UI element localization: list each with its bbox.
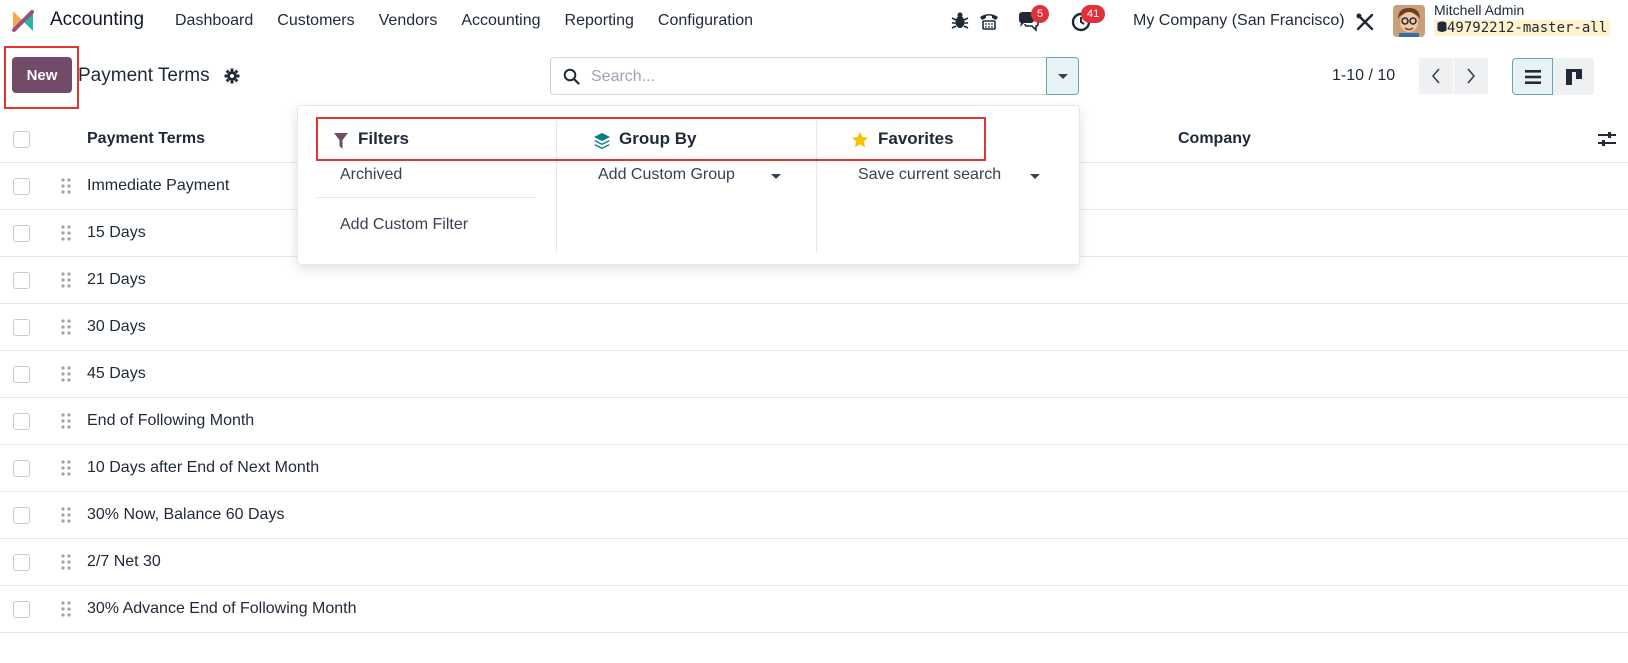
payment-term-name[interactable]: 2/7 Net 30 xyxy=(87,553,161,571)
select-all-checkbox[interactable] xyxy=(13,131,30,148)
optional-columns-icon[interactable] xyxy=(1597,130,1617,148)
row-checkbox[interactable] xyxy=(13,319,30,336)
user-name[interactable]: Mitchell Admin xyxy=(1434,2,1524,18)
new-button-highlight-box xyxy=(4,46,79,109)
payment-term-name[interactable]: Immediate Payment xyxy=(87,177,229,195)
row-checkbox[interactable] xyxy=(13,554,30,571)
caret-down-icon xyxy=(771,174,781,179)
row-checkbox[interactable] xyxy=(13,601,30,618)
top-navbar: Accounting Dashboard Customers Vendors A… xyxy=(0,0,1628,42)
search-panel-tabs-highlight-box xyxy=(316,117,986,161)
caret-down-icon xyxy=(1030,174,1040,179)
add-custom-group[interactable]: Add Custom Group xyxy=(598,166,735,184)
kanban-view-icon xyxy=(1565,68,1582,85)
database-name: 49792212-master-all xyxy=(1434,20,1611,36)
row-checkbox[interactable] xyxy=(13,366,30,383)
pager-next-button[interactable] xyxy=(1454,58,1488,94)
messages-badge: 5 xyxy=(1031,5,1050,23)
main-menu: Dashboard Customers Vendors Accounting R… xyxy=(175,0,777,42)
table-row[interactable]: 45 Days xyxy=(0,351,1628,398)
menu-dashboard[interactable]: Dashboard xyxy=(175,12,253,30)
drag-handle-icon[interactable] xyxy=(61,225,71,241)
debug-bug-icon[interactable] xyxy=(949,10,971,32)
column-company[interactable]: Company xyxy=(1178,130,1251,148)
drag-handle-icon[interactable] xyxy=(61,507,71,523)
payment-term-name[interactable]: 10 Days after End of Next Month xyxy=(87,459,319,477)
menu-customers[interactable]: Customers xyxy=(277,12,354,30)
table-row[interactable]: End of Following Month xyxy=(0,398,1628,445)
drag-handle-icon[interactable] xyxy=(61,460,71,476)
row-checkbox[interactable] xyxy=(13,225,30,242)
drag-handle-icon[interactable] xyxy=(61,272,71,288)
menu-accounting[interactable]: Accounting xyxy=(461,12,540,30)
tools-icon[interactable] xyxy=(1354,11,1376,33)
row-checkbox[interactable] xyxy=(13,272,30,289)
search-bar xyxy=(550,57,1052,95)
list-view-icon xyxy=(1524,69,1541,84)
table-row[interactable]: 30 Days xyxy=(0,304,1628,351)
search-icon xyxy=(563,68,580,85)
user-avatar[interactable] xyxy=(1393,5,1425,37)
payment-term-name[interactable]: End of Following Month xyxy=(87,412,254,430)
add-custom-filter[interactable]: Add Custom Filter xyxy=(340,216,468,234)
payment-term-name[interactable]: 30 Days xyxy=(87,318,146,336)
table-row[interactable]: 2/7 Net 30 xyxy=(0,539,1628,586)
search-options-toggle[interactable] xyxy=(1046,57,1079,95)
menu-vendors[interactable]: Vendors xyxy=(379,12,438,30)
row-checkbox[interactable] xyxy=(13,178,30,195)
phone-icon[interactable] xyxy=(978,10,1000,32)
payment-term-name[interactable]: 30% Advance End of Following Month xyxy=(87,600,357,618)
row-checkbox[interactable] xyxy=(13,413,30,430)
table-row[interactable]: 30% Advance End of Following Month xyxy=(0,586,1628,633)
drag-handle-icon[interactable] xyxy=(61,413,71,429)
menu-configuration[interactable]: Configuration xyxy=(658,12,753,30)
drag-handle-icon[interactable] xyxy=(61,554,71,570)
caret-down-icon xyxy=(1057,73,1068,79)
page-title: Payment Terms xyxy=(78,65,210,86)
accounting-app-icon[interactable] xyxy=(10,8,36,34)
activities-badge: 41 xyxy=(1081,5,1106,23)
app-name[interactable]: Accounting xyxy=(50,9,144,31)
chevron-right-icon xyxy=(1467,68,1476,84)
drag-handle-icon[interactable] xyxy=(61,319,71,335)
column-payment-terms[interactable]: Payment Terms xyxy=(87,130,205,148)
payment-term-name[interactable]: 30% Now, Balance 60 Days xyxy=(87,506,284,524)
table-row[interactable]: 10 Days after End of Next Month xyxy=(0,445,1628,492)
pager-value[interactable]: 1-10 / 10 xyxy=(1332,67,1395,85)
table-row[interactable]: 30% Now, Balance 60 Days xyxy=(0,492,1628,539)
drag-handle-icon[interactable] xyxy=(61,178,71,194)
gear-icon[interactable] xyxy=(224,68,240,84)
database-label: 49792212-master-all xyxy=(1447,20,1608,36)
filter-archived[interactable]: Archived xyxy=(340,166,402,184)
database-icon xyxy=(1437,21,1447,32)
drag-handle-icon[interactable] xyxy=(61,601,71,617)
pager-previous-button[interactable] xyxy=(1419,58,1453,94)
kanban-view-button[interactable] xyxy=(1553,58,1594,95)
menu-reporting[interactable]: Reporting xyxy=(565,12,634,30)
row-checkbox[interactable] xyxy=(13,460,30,477)
payment-term-name[interactable]: 45 Days xyxy=(87,365,146,383)
search-input[interactable] xyxy=(591,66,1011,88)
avatar-image xyxy=(1393,5,1425,37)
row-checkbox[interactable] xyxy=(13,507,30,524)
filters-divider xyxy=(316,197,536,198)
payment-term-name[interactable]: 15 Days xyxy=(87,224,146,242)
drag-handle-icon[interactable] xyxy=(61,366,71,382)
save-current-search[interactable]: Save current search xyxy=(858,166,1001,184)
list-view-button[interactable] xyxy=(1512,58,1553,95)
chevron-left-icon xyxy=(1431,68,1440,84)
payment-term-name[interactable]: 21 Days xyxy=(87,271,146,289)
company-switcher[interactable]: My Company (San Francisco) xyxy=(1133,12,1345,30)
